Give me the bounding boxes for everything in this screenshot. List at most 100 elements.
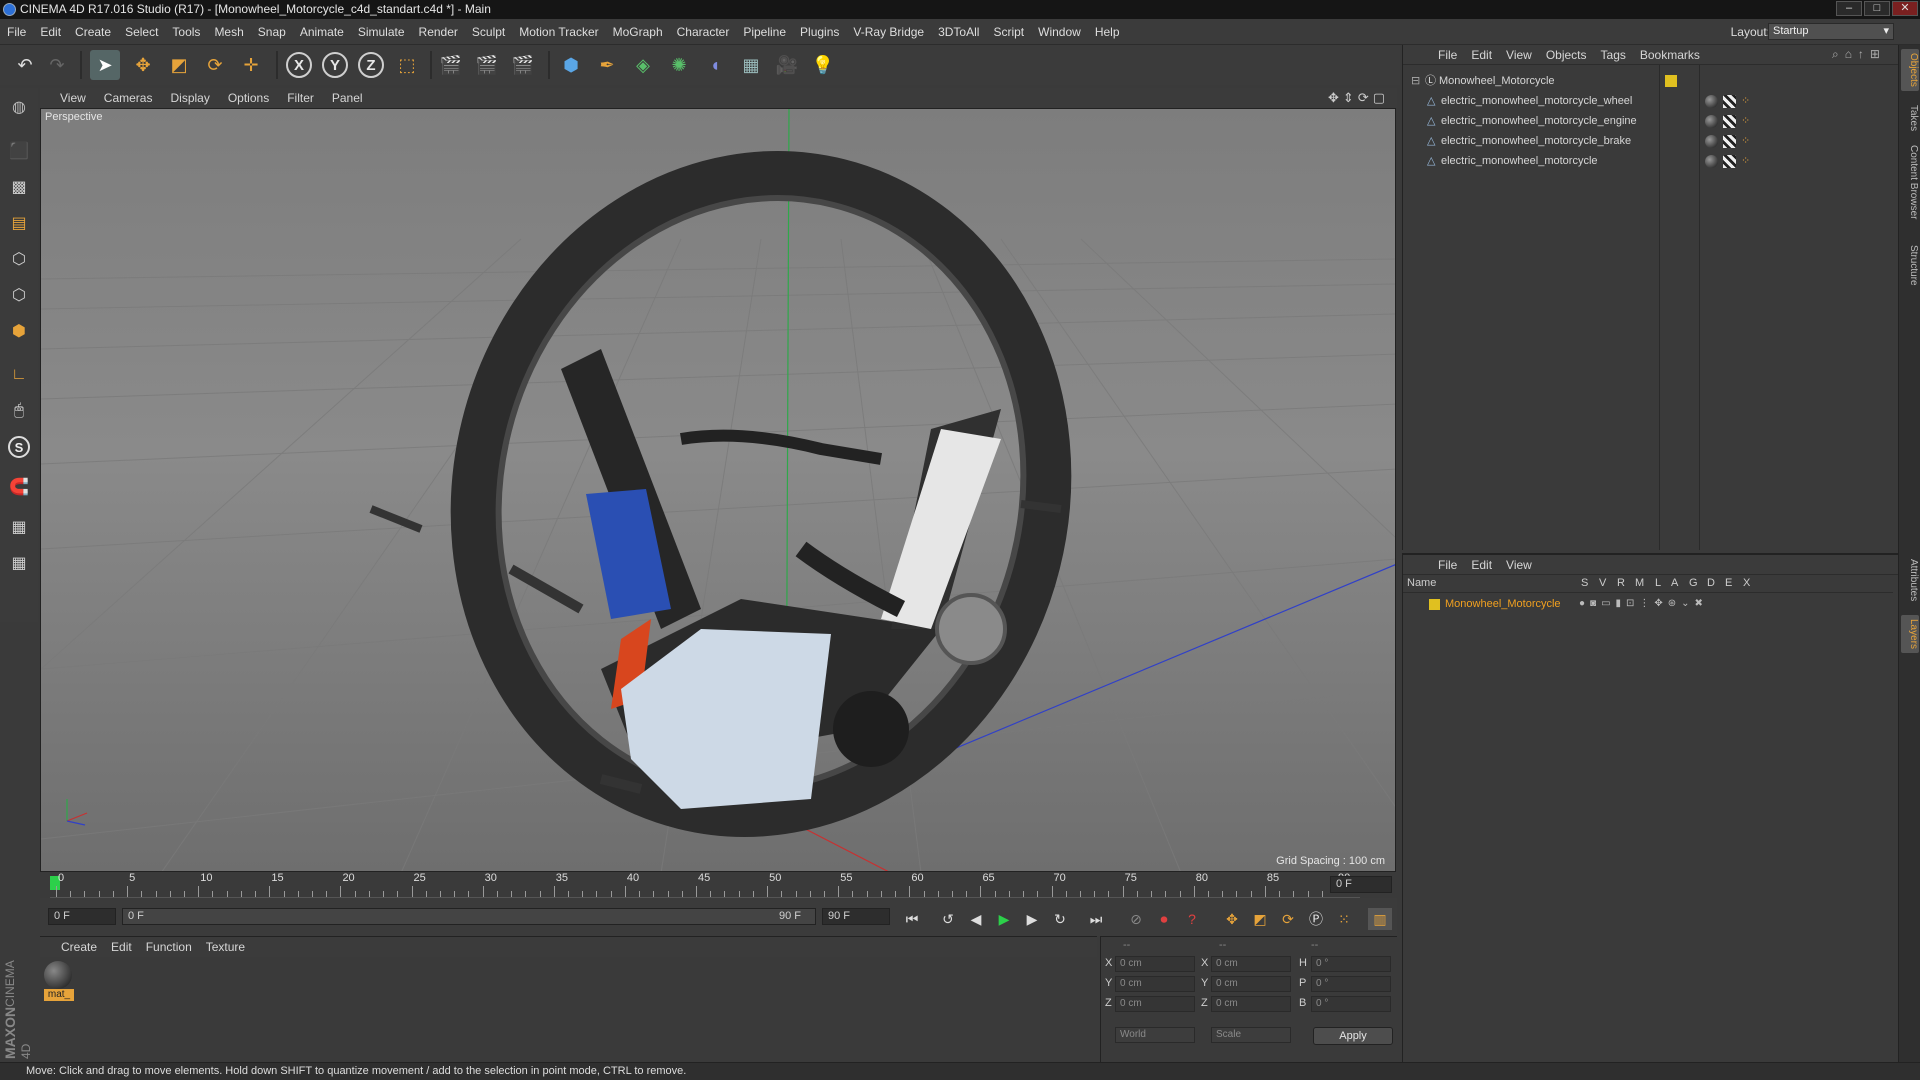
layer-col-manager[interactable]: M — [1635, 577, 1644, 589]
points-mode-button[interactable]: ⬡ — [4, 244, 34, 274]
object-menu-objects[interactable]: Objects — [1539, 45, 1594, 65]
layer-color-swatch[interactable] — [1665, 75, 1677, 87]
end-frame-field[interactable]: 90 F — [822, 908, 890, 925]
z-axis-lock-button[interactable]: Z — [356, 50, 386, 80]
menu-character[interactable]: Character — [670, 19, 737, 45]
phong-tag-icon[interactable]: ⁘ — [1741, 115, 1754, 128]
coordinate-system-button[interactable]: ⬚ — [392, 50, 422, 80]
size-y-field[interactable]: 0 cm — [1211, 976, 1291, 992]
tab-takes[interactable]: Takes — [1901, 101, 1919, 135]
menu-select[interactable]: Select — [118, 19, 165, 45]
add-array-button[interactable]: ✺ — [664, 50, 694, 80]
layer-col-render[interactable]: R — [1617, 577, 1625, 589]
material-menu-texture[interactable]: Texture — [199, 937, 252, 957]
edges-mode-button[interactable]: ⬡ — [4, 280, 34, 310]
menu-3dtoall[interactable]: 3DToAll — [931, 19, 986, 45]
material-swatch[interactable]: mat_ — [44, 961, 74, 1005]
prev-frame-button[interactable]: ◀ — [964, 908, 988, 930]
menu-vray-bridge[interactable]: V-Ray Bridge — [846, 19, 931, 45]
add-floor-button[interactable]: ▦ — [736, 50, 766, 80]
render-settings-button[interactable]: 🎬 — [508, 50, 538, 80]
perspective-viewport[interactable]: Perspective Grid Spacing : 100 cm — [40, 108, 1396, 872]
move-tool-button[interactable]: ✥ — [128, 50, 158, 80]
add-deformer-button[interactable]: ◖ — [700, 50, 730, 80]
layer-col-deformers[interactable]: D — [1707, 577, 1715, 589]
add-nurbs-button[interactable]: ◈ — [628, 50, 658, 80]
add-cube-button[interactable]: ⬢ — [556, 50, 586, 80]
close-button[interactable]: ✕ — [1892, 1, 1918, 16]
expand-toggle-icon[interactable]: ⊟ — [1411, 71, 1420, 91]
menu-script[interactable]: Script — [986, 19, 1031, 45]
layer-col-animation[interactable]: A — [1671, 577, 1678, 589]
go-to-end-button[interactable]: ⏭ — [1084, 908, 1108, 930]
undo-button[interactable]: ↶ — [10, 50, 40, 80]
timeline-track[interactable]: 051015202530354045505560657075808590 — [50, 872, 1360, 898]
apply-button[interactable]: Apply — [1313, 1027, 1393, 1045]
uvw-tag-icon[interactable] — [1723, 155, 1736, 168]
key-parameter-button[interactable]: Ⓟ — [1304, 908, 1328, 930]
viewport-menu-options[interactable]: Options — [219, 88, 278, 108]
viewport-menu-view[interactable]: View — [40, 88, 95, 108]
menu-mesh[interactable]: Mesh — [207, 19, 250, 45]
locked-workplane-button[interactable]: ▦ — [4, 512, 34, 542]
object-search-icon[interactable]: ⌕⌂↑⊞ — [1832, 47, 1886, 62]
phong-tag-icon[interactable]: ⁘ — [1741, 135, 1754, 148]
viewport-menu-display[interactable]: Display — [161, 88, 218, 108]
tab-layers[interactable]: Layers — [1901, 615, 1919, 654]
model-mode-button[interactable]: ⬛ — [4, 136, 34, 166]
pos-x-field[interactable]: 0 cm — [1115, 956, 1195, 972]
y-axis-lock-button[interactable]: Y — [320, 50, 350, 80]
size-x-field[interactable]: 0 cm — [1211, 956, 1291, 972]
maximize-button[interactable]: □ — [1864, 1, 1890, 16]
render-to-picture-viewer-button[interactable]: 🎬 — [472, 50, 502, 80]
planar-workplane-button[interactable]: ▦ — [4, 548, 34, 578]
menu-snap[interactable]: Snap — [251, 19, 293, 45]
layer-col-solo[interactable]: S — [1581, 577, 1588, 589]
size-mode-select[interactable]: Scale — [1211, 1027, 1291, 1043]
minimize-button[interactable]: – — [1836, 1, 1862, 16]
viewport-menu-filter[interactable]: Filter — [278, 88, 323, 108]
key-pla-button[interactable]: ⁙ — [1332, 908, 1356, 930]
layer-menu-file[interactable]: File — [1431, 555, 1464, 575]
menu-motion-tracker[interactable]: Motion Tracker — [512, 19, 605, 45]
layer-menu-edit[interactable]: Edit — [1464, 555, 1499, 575]
layer-col-locked[interactable]: L — [1655, 577, 1661, 589]
material-tag-icon[interactable] — [1705, 135, 1718, 148]
object-menu-file[interactable]: File — [1431, 45, 1464, 65]
next-key-button[interactable]: ↻ — [1048, 908, 1072, 930]
object-row[interactable]: △ electric_monowheel_motorcycle_engine ⁘ — [1403, 111, 1893, 131]
layer-color-swatch[interactable] — [1429, 599, 1440, 610]
scale-tool-button[interactable]: ◩ — [164, 50, 194, 80]
axis-mode-button[interactable]: ∟ — [4, 360, 34, 390]
rot-b-field[interactable]: 0 ° — [1311, 996, 1391, 1012]
add-spline-button[interactable]: ✒ — [592, 50, 622, 80]
menu-animate[interactable]: Animate — [293, 19, 351, 45]
tab-structure[interactable]: Structure — [1901, 241, 1919, 290]
coordinate-space-select[interactable]: World — [1115, 1027, 1195, 1043]
viewport-nav-icons[interactable]: ✥⇕⟳▢ — [1328, 90, 1389, 106]
menu-window[interactable]: Window — [1031, 19, 1088, 45]
key-position-button[interactable]: ✥ — [1220, 908, 1244, 930]
tab-objects[interactable]: Objects — [1901, 49, 1919, 91]
material-tag-icon[interactable] — [1705, 115, 1718, 128]
uvw-tag-icon[interactable] — [1723, 135, 1736, 148]
viewport-menu-panel[interactable]: Panel — [323, 88, 372, 108]
live-selection-button[interactable]: ➤ — [90, 50, 120, 80]
layer-col-generators[interactable]: G — [1689, 577, 1698, 589]
object-row[interactable]: △ electric_monowheel_motorcycle ⁘ — [1403, 151, 1893, 171]
menu-render[interactable]: Render — [412, 19, 465, 45]
add-light-button[interactable]: 💡 — [808, 50, 838, 80]
menu-plugins[interactable]: Plugins — [793, 19, 846, 45]
material-menu-function[interactable]: Function — [139, 937, 199, 957]
layer-col-view[interactable]: V — [1599, 577, 1606, 589]
material-menu-create[interactable]: Create — [54, 937, 104, 957]
rotate-tool-button[interactable]: ⟳ — [200, 50, 230, 80]
polygons-mode-button[interactable]: ⬢ — [4, 316, 34, 346]
texture-mode-button[interactable]: ▩ — [4, 172, 34, 202]
pos-z-field[interactable]: 0 cm — [1115, 996, 1195, 1012]
snap-button[interactable]: S — [4, 432, 34, 462]
phong-tag-icon[interactable]: ⁘ — [1741, 155, 1754, 168]
menu-edit[interactable]: Edit — [33, 19, 68, 45]
frame-range-slider[interactable]: 0 F 90 F — [122, 908, 816, 925]
start-frame-field[interactable]: 0 F — [48, 908, 116, 925]
